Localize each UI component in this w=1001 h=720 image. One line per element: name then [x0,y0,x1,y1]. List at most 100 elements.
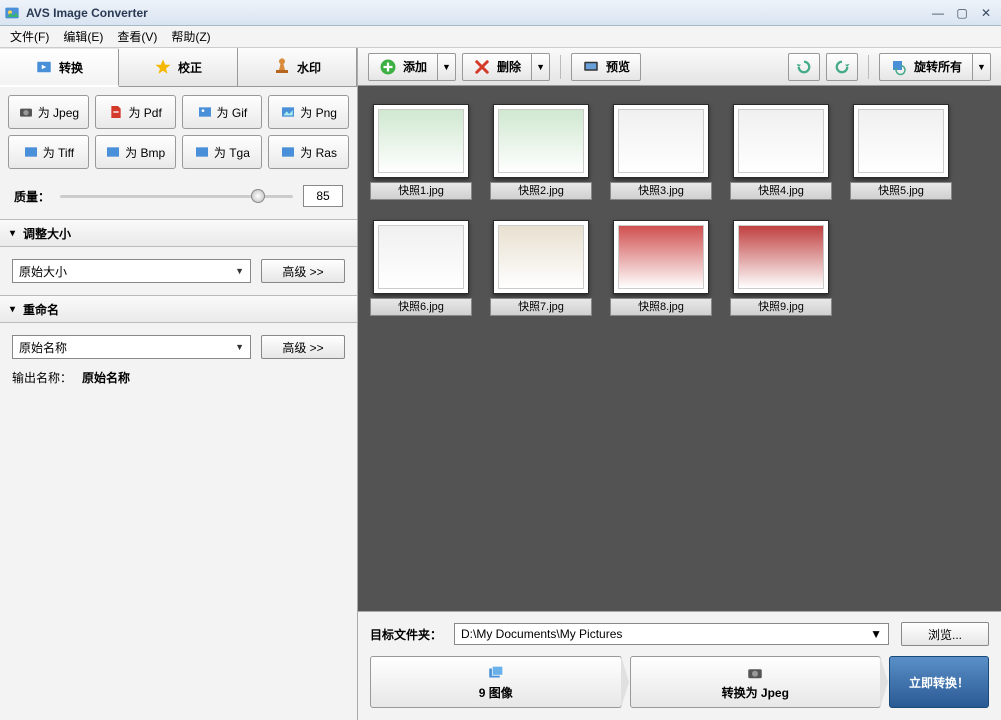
thumbnail-item[interactable]: 快照4.jpg [730,104,832,200]
fmt-label: 为 Bmp [125,144,165,161]
rotate-all-icon [890,58,908,76]
close-button[interactable]: ✕ [975,5,997,21]
tab-watermark[interactable]: 水印 [238,48,357,86]
menubar: 文件(F) 编辑(E) 查看(V) 帮助(Z) [0,26,1001,48]
quality-row: 质量： 85 [0,177,357,219]
menu-edit[interactable]: 编辑(E) [59,26,107,47]
thumbnail-item[interactable]: 快照1.jpg [370,104,472,200]
fmt-label: 为 Png [300,104,337,121]
chevron-down-icon: ▼ [235,266,244,276]
add-dropdown[interactable]: ▼ [438,53,456,81]
quality-slider[interactable] [60,188,293,204]
image-icon [105,144,121,160]
quality-value[interactable]: 85 [303,185,343,207]
dest-combo[interactable]: D:\My Documents\My Pictures ▼ [454,623,889,645]
fmt-gif[interactable]: 为 Gif [182,95,263,129]
rotate-right-button[interactable] [826,53,858,81]
expand-icon: ▾ [10,228,15,239]
rename-body: 原始名称 ▼ 高级 >> 输出名称： 原始名称 [0,323,357,398]
thumbnail-item[interactable]: 快照6.jpg [370,220,472,316]
thumbnail-item[interactable]: 快照7.jpg [490,220,592,316]
images-icon [487,664,505,682]
menu-help[interactable]: 帮助(Z) [167,26,214,47]
chevron-down-icon: ▼ [235,342,244,352]
fmt-label: 为 Ras [300,144,337,161]
add-label: 添加 [403,58,427,75]
thumbnail-item[interactable]: 快照8.jpg [610,220,712,316]
thumbnail-item[interactable]: 快照3.jpg [610,104,712,200]
rename-advanced-button[interactable]: 高级 >> [261,335,345,359]
menu-file[interactable]: 文件(F) [6,26,53,47]
convert-summary-button[interactable]: 转换为 Jpeg [630,656,882,708]
thumbnail-label: 快照7.jpg [490,298,592,316]
fmt-pdf[interactable]: 为 Pdf [95,95,176,129]
thumbnail-image [613,104,709,178]
separator [868,55,869,79]
thumbnail-label: 快照8.jpg [610,298,712,316]
resize-advanced-button[interactable]: 高级 >> [261,259,345,283]
rotate-all-dropdown[interactable]: ▼ [973,53,991,81]
tab-correct-label: 校正 [178,59,202,76]
rotate-all-button[interactable]: 旋转所有 [879,53,973,81]
add-button[interactable]: 添加 [368,53,438,81]
image-icon [194,144,210,160]
tab-convert[interactable]: 转换 [0,49,119,87]
thumbnail-label: 快照5.jpg [850,182,952,200]
rename-header[interactable]: ▾ 重命名 [0,295,357,323]
thumbnail-label: 快照4.jpg [730,182,832,200]
minimize-button[interactable]: — [927,5,949,21]
preview-label: 预览 [606,58,630,75]
browse-button[interactable]: 浏览... [901,622,989,646]
fmt-label: 为 Tga [214,144,250,161]
thumbnail-label: 快照1.jpg [370,182,472,200]
tab-correct[interactable]: 校正 [119,48,238,86]
thumbnail-label: 快照9.jpg [730,298,832,316]
fmt-tga[interactable]: 为 Tga [182,135,263,169]
camera-icon [18,104,34,120]
rename-title: 重命名 [23,301,59,318]
thumbnail-area[interactable]: 快照1.jpg 快照2.jpg 快照3.jpg 快照4.jpg 快照5.jpg 快照6.j… [358,86,1001,611]
x-icon [473,58,491,76]
rotate-right-icon [833,58,851,76]
plus-icon [379,58,397,76]
resize-value: 原始大小 [19,263,67,280]
image-icon [280,104,296,120]
resize-title: 调整大小 [23,225,71,242]
images-summary-button[interactable]: 9 图像 [370,656,622,708]
convert-icon [35,58,53,76]
delete-label: 删除 [497,58,521,75]
resize-header[interactable]: ▾ 调整大小 [0,219,357,247]
titlebar: AVS Image Converter — ▢ ✕ [0,0,1001,26]
monitor-icon [582,58,600,76]
delete-dropdown[interactable]: ▼ [532,53,550,81]
thumbnail-item[interactable]: 快照5.jpg [850,104,952,200]
fmt-label: 为 Jpeg [38,104,79,121]
fmt-ras[interactable]: 为 Ras [268,135,349,169]
image-icon [197,104,213,120]
thumbnail-item[interactable]: 快照2.jpg [490,104,592,200]
preview-button[interactable]: 预览 [571,53,641,81]
thumbnail-image [373,220,469,294]
fmt-tiff[interactable]: 为 Tiff [8,135,89,169]
format-buttons: 为 Jpeg 为 Pdf 为 Gif 为 Png 为 Tiff 为 Bmp 为 … [0,87,357,177]
maximize-button[interactable]: ▢ [951,5,973,21]
thumbnail-label: 快照6.jpg [370,298,472,316]
fmt-jpeg[interactable]: 为 Jpeg [8,95,89,129]
resize-combo[interactable]: 原始大小 ▼ [12,259,251,283]
rename-combo[interactable]: 原始名称 ▼ [12,335,251,359]
window-title: AVS Image Converter [26,6,927,20]
menu-view[interactable]: 查看(V) [113,26,161,47]
pdf-icon [108,104,124,120]
app-logo-icon [4,5,20,21]
output-name-label: 输出名称： [12,369,72,386]
convert-now-label: 立即转换！ [909,674,969,691]
fmt-bmp[interactable]: 为 Bmp [95,135,176,169]
thumbnail-label: 快照3.jpg [610,182,712,200]
convert-now-button[interactable]: 立即转换！ [889,656,989,708]
thumbnail-image [613,220,709,294]
expand-icon: ▾ [10,304,15,315]
fmt-png[interactable]: 为 Png [268,95,349,129]
delete-button[interactable]: 删除 [462,53,532,81]
rotate-left-button[interactable] [788,53,820,81]
thumbnail-item[interactable]: 快照9.jpg [730,220,832,316]
